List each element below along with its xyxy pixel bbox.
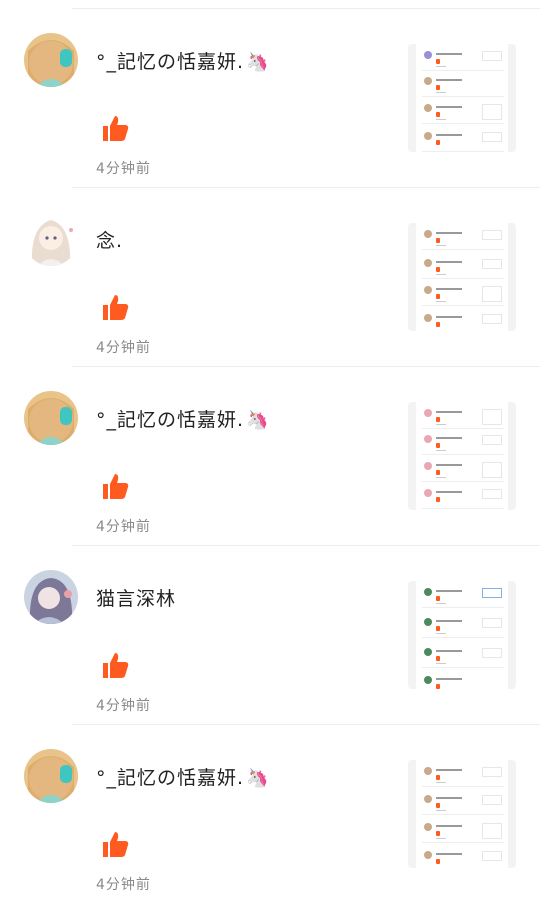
thumbs-up-icon[interactable] — [100, 650, 130, 680]
screenshot-thumbnail[interactable] — [408, 223, 516, 331]
unicorn-emoji: 🦄 — [246, 410, 270, 431]
screenshot-thumbnail[interactable] — [408, 581, 516, 689]
comment-row[interactable]: 猫言深林 4分钟前 — [0, 546, 540, 725]
thumbs-up-icon[interactable] — [100, 113, 130, 143]
user-avatar[interactable] — [24, 33, 78, 87]
comment-row[interactable]: °_記忆の恬嘉妍. 🦄 4分钟前 — [0, 725, 540, 904]
comment-row[interactable]: °_記忆の恬嘉妍. 🦄 4分钟前 — [0, 367, 540, 546]
screenshot-thumbnail[interactable] — [408, 760, 516, 868]
username[interactable]: °_記忆の恬嘉妍. 🦄 — [96, 405, 269, 432]
thumbs-up-icon[interactable] — [100, 292, 130, 322]
thumbs-up-icon[interactable] — [100, 829, 130, 859]
username[interactable]: °_記忆の恬嘉妍. 🦄 — [96, 763, 269, 790]
unicorn-emoji: 🦄 — [246, 52, 270, 73]
screenshot-thumbnail[interactable] — [408, 44, 516, 152]
username[interactable]: 念. — [96, 226, 123, 253]
username[interactable]: 猫言深林 — [96, 584, 176, 611]
user-avatar[interactable] — [24, 391, 78, 445]
username[interactable]: °_記忆の恬嘉妍. 🦄 — [96, 47, 269, 74]
timestamp: 4分钟前 — [96, 161, 151, 177]
timestamp: 4分钟前 — [96, 519, 151, 535]
comment-row[interactable]: 念. 4分钟前 — [0, 188, 540, 367]
timestamp: 4分钟前 — [96, 698, 151, 714]
user-avatar[interactable] — [24, 570, 78, 624]
unicorn-emoji: 🦄 — [246, 768, 270, 789]
user-avatar[interactable] — [24, 749, 78, 803]
timestamp: 4分钟前 — [96, 877, 151, 893]
thumbs-up-icon[interactable] — [100, 471, 130, 501]
comment-row[interactable]: °_記忆の恬嘉妍. 🦄 4分钟前 — [0, 9, 540, 188]
user-avatar[interactable] — [24, 212, 78, 266]
screenshot-thumbnail[interactable] — [408, 402, 516, 510]
timestamp: 4分钟前 — [96, 340, 151, 356]
